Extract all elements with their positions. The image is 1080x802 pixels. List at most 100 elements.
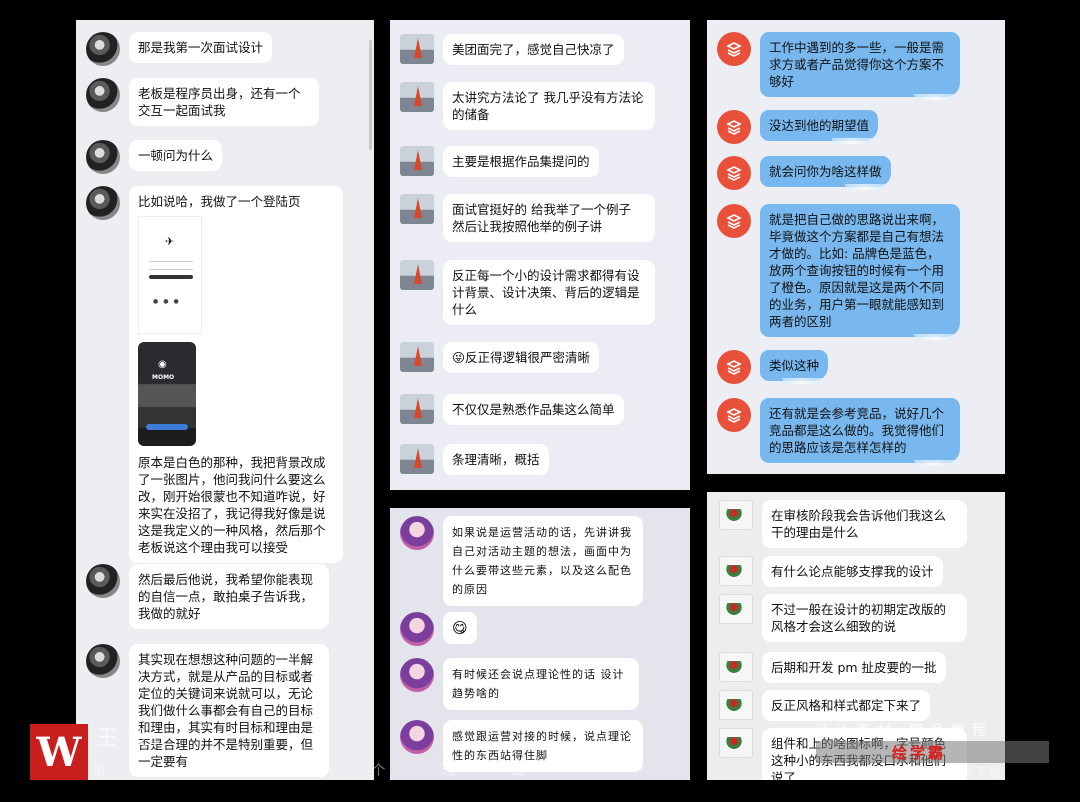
chat-message: 然后最后他说，我希望你能表现的自信一点，敢拍桌子告诉我，我做的就好 (86, 564, 329, 629)
avatar[interactable] (86, 140, 120, 174)
message-bubble: 工作中遇到的多一些，一般是需求方或者产品觉得你这个方案不够好 (760, 32, 960, 100)
avatar[interactable] (86, 186, 120, 220)
avatar[interactable] (717, 398, 751, 432)
chat-message: 😜反正得逻辑很严密清晰 (400, 342, 600, 373)
message-bubble: 老板是程序员出身，还有一个交互一起面试我 (129, 78, 319, 126)
chat-message: 太讲究方法论了 我几乎没有方法论的储备 (400, 82, 655, 130)
avatar[interactable] (400, 612, 434, 646)
message-bubble: 有时候还会说点理论性的话 设计趋势啥的 (443, 658, 639, 710)
chat-message: 😋 (400, 612, 477, 646)
message-bubble: 主要是根据作品集提问的 (443, 146, 599, 177)
chat-message: 类似这种 (717, 350, 829, 384)
layers-icon (726, 166, 742, 181)
message-bubble: 反正每一个小的设计需求都得有设计背景、设计决策、背后的逻辑是什么 (443, 260, 655, 325)
avatar[interactable] (400, 658, 434, 692)
chat-panel-4: 工作中遇到的多一些，一般是需求方或者产品觉得你这个方案不够好 没达到他的期望值 … (707, 20, 1005, 474)
chat-message: 一顿问为什么 (86, 140, 223, 174)
avatar[interactable] (400, 516, 434, 550)
avatar[interactable] (86, 78, 120, 112)
message-bubble: 后期和开发 pm 扯皮要的一批 (762, 652, 946, 683)
avatar[interactable] (400, 342, 434, 372)
watermark-tagline: 设计素材 精品教程 (814, 722, 993, 738)
message-bubble: 如果说是运营活动的话，先讲讲我自己对活动主题的想法，画面中为什么要带这些元素，以… (443, 516, 643, 606)
message-bubble: 就会问你为啥这样做 (760, 156, 891, 190)
watermark-site-name: 绘学霸 (892, 745, 947, 762)
message-bubble: 不仅仅是熟悉作品集这么简单 (443, 394, 624, 425)
message-bubble: 太讲究方法论了 我几乎没有方法论的储备 (443, 82, 655, 130)
avatar[interactable] (86, 644, 120, 678)
avatar[interactable] (717, 350, 751, 384)
login-screenshot-light[interactable]: ✈ ●●● (138, 216, 202, 334)
message-text: 比如说哈，我做了一个登陆页 (138, 194, 301, 209)
avatar[interactable] (719, 594, 753, 624)
chat-message: 美团面完了，感觉自己快凉了 (400, 34, 624, 65)
layers-icon (726, 42, 742, 57)
chat-message: 如果说是运营活动的话，先讲讲我自己对活动主题的想法，画面中为什么要带这些元素，以… (400, 516, 643, 606)
message-bubble: 不过一般在设计的初期定改版的风格才会这么细致的说 (762, 594, 967, 642)
chat-message: 还有就是会参考竞品，说好几个竞品都是这么做的。我觉得他们的思路应该是怎样怎样的 (717, 398, 960, 466)
social-icons: ●●● (153, 298, 184, 305)
chat-message: 就是把自己做的思路说出来啊，毕竟做这个方案都是自己有想法才做的。比如: 品牌色是… (717, 204, 960, 340)
avatar[interactable] (86, 564, 120, 598)
avatar[interactable] (86, 32, 120, 66)
app-brand: MOMO (152, 374, 175, 381)
message-bubble: 在审核阶段我会告诉他们我这么干的理由是什么 (762, 500, 967, 548)
message-bubble: 有什么论点能够支撑我的设计 (762, 556, 943, 587)
chat-message: 反正风格和样式都定下来了 (719, 690, 931, 721)
app-logo-icon: ✈ (165, 235, 175, 248)
message-bubble: 反正风格和样式都定下来了 (762, 690, 931, 721)
avatar[interactable] (400, 82, 434, 112)
chat-message: 没达到他的期望值 (717, 110, 879, 144)
message-bubble: 美团面完了，感觉自己快凉了 (443, 34, 624, 65)
chat-message: 在审核阶段我会告诉他们我这么干的理由是什么 (719, 500, 967, 548)
watermark-name: 王 设计 (96, 727, 173, 750)
avatar[interactable] (719, 728, 753, 758)
layers-icon (726, 120, 742, 135)
layers-icon (726, 408, 742, 423)
avatar[interactable] (400, 34, 434, 64)
chat-message: 主要是根据作品集提问的 (400, 146, 599, 177)
chat-message: 反正每一个小的设计需求都得有设计背景、设计决策、背后的逻辑是什么 (400, 260, 655, 325)
avatar[interactable] (400, 444, 434, 474)
avatar[interactable] (719, 652, 753, 682)
chat-message: 不仅仅是熟悉作品集这么简单 (400, 394, 624, 425)
chat-message: 条理清晰，概括 (400, 444, 549, 475)
message-text: 原本是白色的那种，我把背景改成了一张图片，他问我问什么要这么改，刚开始很蒙也不知… (138, 455, 326, 555)
message-bubble: 比如说哈，我做了一个登陆页 ✈ ●●● ◉ MOMO 原本是白色的那种，我把背景… (129, 186, 343, 563)
chat-message: 有什么论点能够支撑我的设计 (719, 556, 943, 587)
avatar[interactable] (400, 394, 434, 424)
chat-message: 就会问你为啥这样做 (717, 156, 891, 190)
message-bubble: 然后最后他说，我希望你能表现的自信一点，敢拍桌子告诉我，我做的就好 (129, 564, 329, 629)
avatar[interactable] (719, 500, 753, 530)
chat-message: 工作中遇到的多一些，一般是需求方或者产品觉得你这个方案不够好 (717, 32, 960, 100)
scrollbar[interactable] (369, 40, 372, 150)
message-bubble: 一顿问为什么 (129, 140, 223, 171)
avatar[interactable] (717, 156, 751, 190)
avatar[interactable] (719, 690, 753, 720)
message-bubble: 还有就是会参考竞品，说好几个竞品都是这么做的。我觉得他们的思路应该是怎样怎样的 (760, 398, 960, 466)
message-bubble: 没达到他的期望值 (760, 110, 879, 144)
message-bubble: 就是把自己做的思路说出来啊，毕竟做这个方案都是自己有想法才做的。比如: 品牌色是… (760, 204, 960, 340)
chat-message: 有时候还会说点理论性的话 设计趋势啥的 (400, 658, 639, 710)
chat-panel-1: 那是我第一次面试设计 老板是程序员出身，还有一个交互一起面试我 一顿问为什么 比… (76, 20, 374, 780)
avatar[interactable] (717, 32, 751, 66)
message-bubble: 那是我第一次面试设计 (129, 32, 273, 63)
avatar[interactable] (717, 110, 751, 144)
chat-panel-3: 如果说是运营活动的话，先讲讲我自己对活动主题的想法，画面中为什么要带这些元素，以… (390, 508, 690, 780)
avatar[interactable] (400, 194, 434, 224)
message-bubble: 条理清晰，概括 (443, 444, 549, 475)
watermark-url: www.huixueba.net 搜索下载 (820, 765, 1003, 780)
avatar[interactable] (719, 556, 753, 586)
avatar[interactable] (400, 146, 434, 176)
message-bubble: 其实现在想想这种问题的一半解决方式，就是从产品的目标或者定位的关键词来说就可以，… (129, 644, 329, 777)
login-button-preview (146, 424, 188, 430)
divider (149, 269, 193, 270)
avatar[interactable] (717, 204, 751, 238)
watermark-slogan: 给 设 计 一 个 理 由 (92, 762, 552, 778)
avatar[interactable] (400, 720, 434, 754)
login-screenshot-dark[interactable]: ◉ MOMO (138, 342, 196, 446)
chat-message: 后期和开发 pm 扯皮要的一批 (719, 652, 946, 683)
avatar[interactable] (400, 260, 434, 290)
chat-panel-2: 美团面完了，感觉自己快凉了 太讲究方法论了 我几乎没有方法论的储备 主要是根据作… (390, 20, 690, 490)
message-bubble: 类似这种 (760, 350, 829, 384)
